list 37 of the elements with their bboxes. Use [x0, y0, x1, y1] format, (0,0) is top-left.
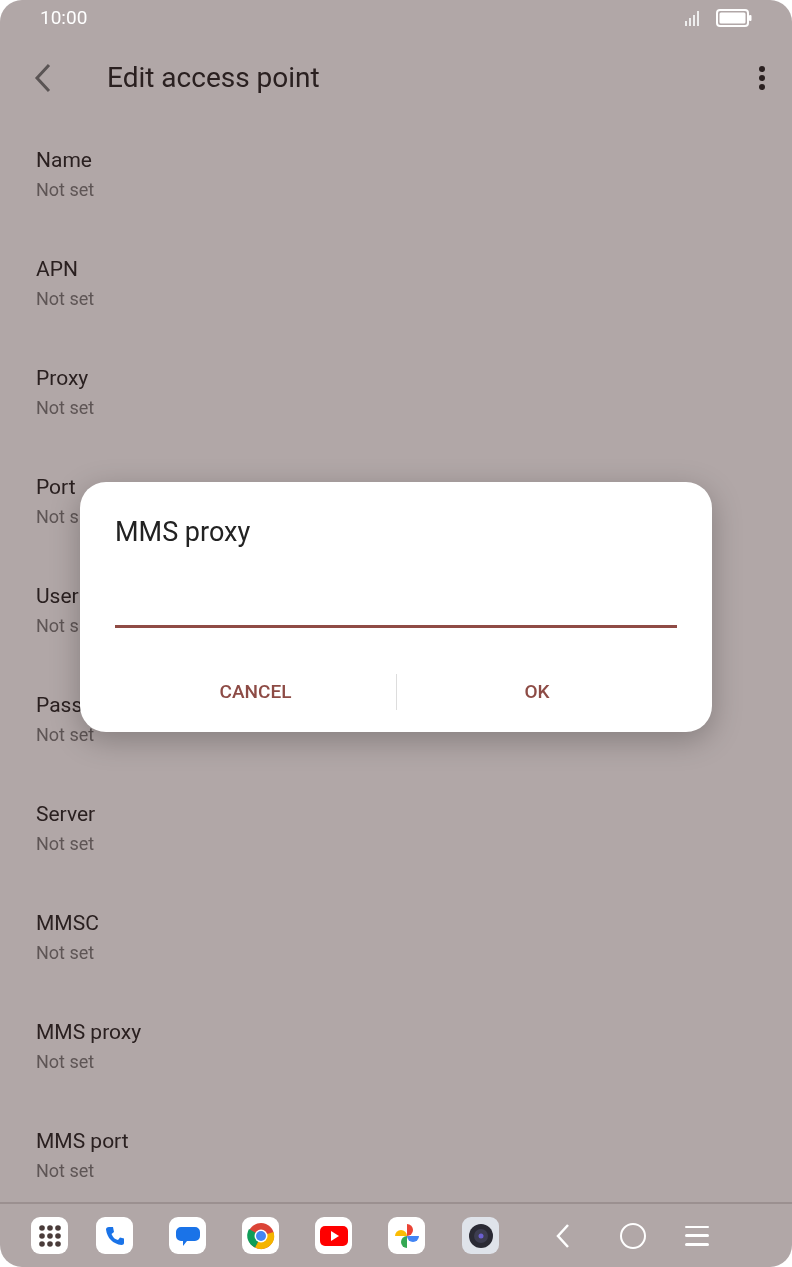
- setting-value: Not set: [36, 1050, 95, 1074]
- setting-value: Not s: [36, 614, 79, 638]
- apps-icon[interactable]: [31, 1217, 68, 1254]
- setting-label[interactable]: User: [36, 582, 79, 610]
- status-time: 10:00: [40, 4, 88, 31]
- setting-value: Not set: [36, 941, 95, 965]
- setting-label[interactable]: Proxy: [36, 364, 89, 392]
- page-title: Edit access point: [107, 60, 321, 96]
- pinwheel-icon[interactable]: [388, 1217, 425, 1254]
- home-nav-icon[interactable]: [620, 1222, 646, 1249]
- setting-value: Not set: [36, 178, 95, 202]
- video-play-icon[interactable]: [315, 1217, 352, 1254]
- setting-label[interactable]: MMSC: [36, 909, 99, 937]
- battery-icon: [716, 9, 752, 27]
- back-nav-icon[interactable]: [555, 1222, 571, 1249]
- camera-lens-icon[interactable]: [462, 1217, 499, 1254]
- setting-label[interactable]: MMS proxy: [36, 1018, 142, 1046]
- setting-label[interactable]: Port: [36, 473, 76, 501]
- phone-icon[interactable]: [96, 1217, 133, 1254]
- dialog-button[interactable]: CANCEL: [115, 672, 396, 712]
- setting-value: Not s: [36, 505, 79, 529]
- recents-nav-icon[interactable]: [685, 1225, 709, 1246]
- setting-label[interactable]: Server: [36, 800, 96, 828]
- setting-value: Not set: [36, 287, 95, 311]
- dialog-title: MMS proxy: [115, 515, 252, 549]
- setting-label[interactable]: MMS port: [36, 1127, 129, 1155]
- setting-label[interactable]: Name: [36, 146, 92, 174]
- setting-label[interactable]: APN: [36, 255, 78, 283]
- browser-icon[interactable]: [242, 1217, 279, 1254]
- signal-icon: [684, 10, 702, 26]
- setting-label[interactable]: Pass: [36, 691, 83, 719]
- setting-value: Not set: [36, 832, 95, 856]
- message-icon[interactable]: [169, 1217, 206, 1254]
- setting-value: Not set: [36, 1159, 95, 1183]
- setting-value: Not set: [36, 396, 95, 420]
- dialog-button[interactable]: OK: [397, 672, 677, 712]
- setting-value: Not set: [36, 723, 95, 747]
